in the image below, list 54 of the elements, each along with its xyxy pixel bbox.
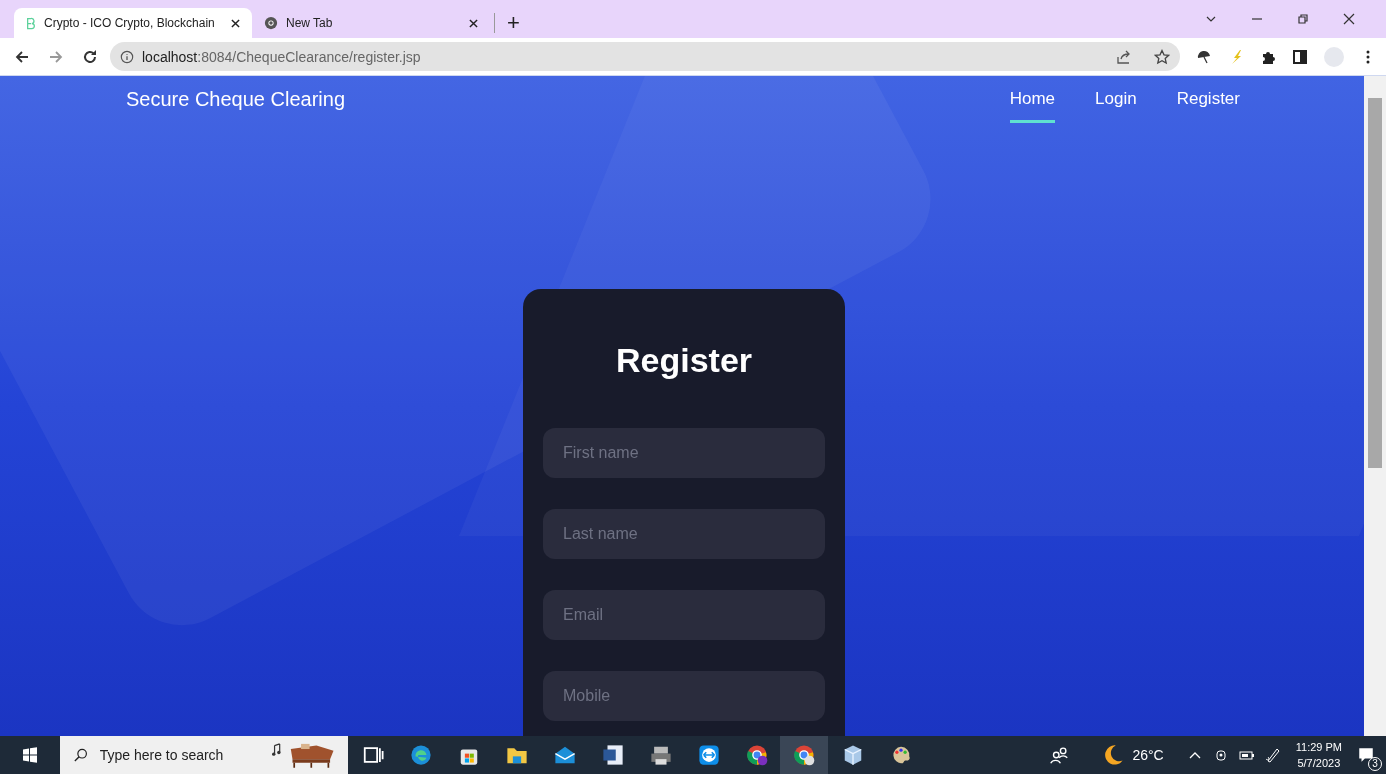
side-panel-icon[interactable] bbox=[1292, 48, 1308, 65]
clock-date[interactable]: 5/7/2023 bbox=[1297, 755, 1341, 771]
input-field[interactable]: Last name bbox=[543, 509, 825, 559]
document-icon[interactable] bbox=[602, 744, 624, 766]
weather-temperature[interactable]: 26°C bbox=[1132, 747, 1164, 763]
input-field[interactable]: Mobile bbox=[543, 671, 825, 721]
paint-palette-icon[interactable] bbox=[890, 744, 912, 766]
taskbar-search-field[interactable]: Type here to search bbox=[60, 736, 348, 774]
tab-title: New Tab bbox=[286, 16, 334, 30]
pen-icon[interactable] bbox=[1264, 747, 1281, 763]
input-field[interactable]: Email bbox=[543, 590, 825, 640]
forward-icon[interactable] bbox=[48, 48, 64, 65]
scrollbar[interactable] bbox=[1364, 76, 1386, 736]
browser-tab[interactable]: Crypto - ICO Crypto, Blockchain bbox=[14, 8, 252, 38]
notification-count: 3 bbox=[1368, 757, 1382, 771]
remote-control-icon[interactable] bbox=[698, 744, 720, 766]
mail-icon[interactable] bbox=[554, 744, 576, 766]
share-icon[interactable] bbox=[1116, 48, 1132, 65]
back-icon[interactable] bbox=[14, 48, 30, 65]
browser-tab[interactable]: New Tab bbox=[252, 8, 490, 38]
windows-start-icon[interactable] bbox=[22, 747, 38, 763]
scrollbar-thumb[interactable] bbox=[1368, 98, 1382, 468]
reload-icon[interactable] bbox=[82, 48, 98, 65]
address-bar[interactable]: localhost:8084/ChequeClearance/register.jsp bbox=[110, 42, 1180, 71]
cube-icon[interactable] bbox=[842, 744, 864, 766]
close-icon[interactable] bbox=[1343, 13, 1355, 25]
nav-link[interactable]: Register bbox=[1176, 86, 1240, 123]
restore-icon[interactable] bbox=[1297, 13, 1309, 25]
tab-title: Crypto - ICO Crypto, Blockchain bbox=[44, 16, 216, 30]
search-icon bbox=[74, 747, 88, 763]
nav-link[interactable]: Login bbox=[1095, 86, 1137, 123]
close-icon[interactable] bbox=[469, 18, 478, 28]
new-tab-button[interactable]: + bbox=[503, 8, 524, 38]
site-brand[interactable]: Secure Cheque Clearing bbox=[126, 88, 346, 111]
printer-icon[interactable] bbox=[650, 744, 672, 766]
form-title: Register bbox=[614, 341, 754, 380]
browser-icon bbox=[793, 744, 815, 766]
info-icon[interactable] bbox=[120, 49, 134, 64]
star-icon[interactable] bbox=[1154, 48, 1170, 65]
people-icon[interactable] bbox=[1048, 744, 1071, 766]
browser-icon[interactable] bbox=[746, 744, 768, 766]
input-field[interactable]: First name bbox=[543, 428, 825, 478]
clock-time[interactable]: 11:29 PM bbox=[1295, 739, 1342, 755]
site-favicon bbox=[26, 16, 36, 30]
url-text: localhost:8084/ChequeClearance/register.jsp bbox=[142, 48, 421, 65]
umbrella-extension-icon[interactable] bbox=[1196, 48, 1212, 65]
search-input[interactable]: Type here to search bbox=[97, 746, 272, 764]
edge-icon[interactable] bbox=[410, 744, 432, 766]
nav-link[interactable]: Home bbox=[1009, 86, 1056, 123]
chrome-favicon bbox=[264, 16, 278, 30]
moon-icon[interactable] bbox=[1102, 744, 1125, 766]
close-icon[interactable] bbox=[231, 18, 240, 28]
active-app-button[interactable] bbox=[780, 736, 828, 774]
task-view-icon[interactable] bbox=[362, 744, 384, 766]
